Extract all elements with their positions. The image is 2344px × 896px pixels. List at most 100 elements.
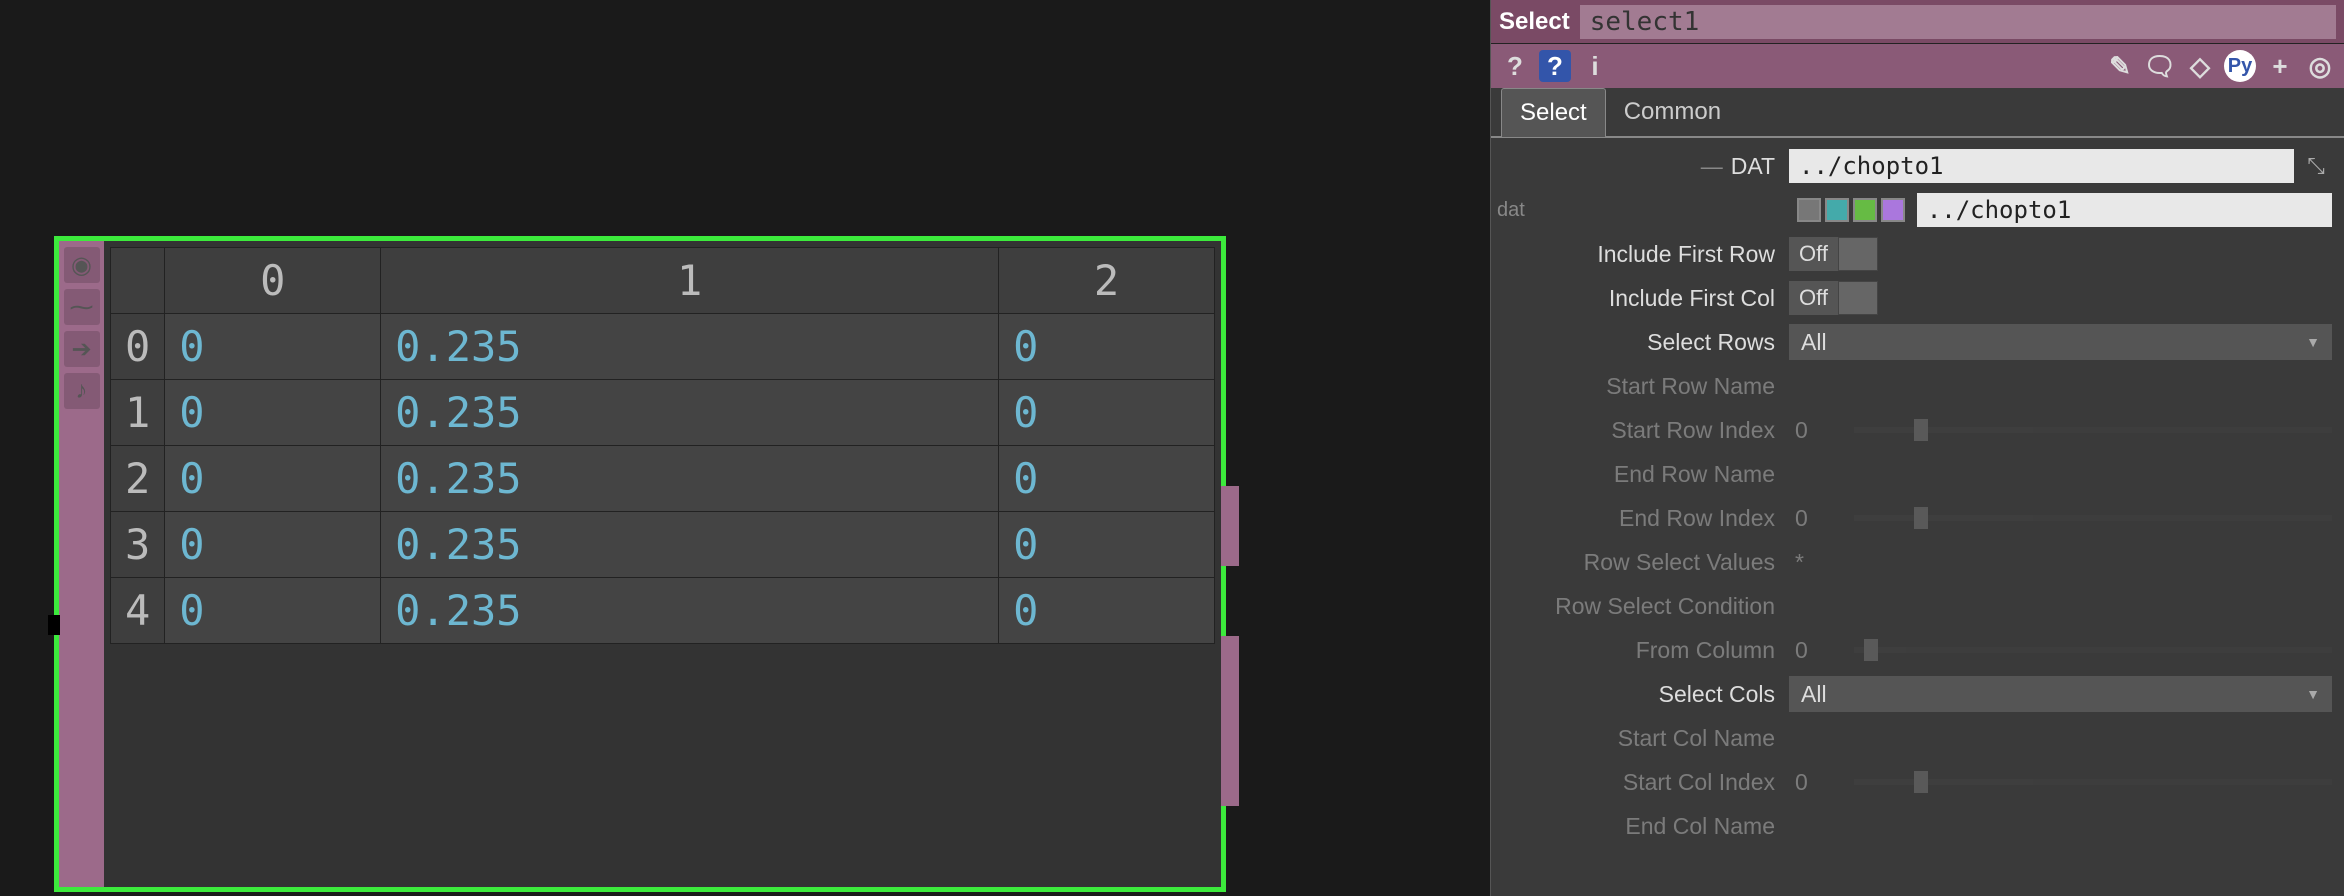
help-icon[interactable]: ? [1499, 50, 1531, 82]
add-icon[interactable]: + [2264, 50, 2296, 82]
param-label: Include First Row [1491, 241, 1783, 268]
table-cell[interactable]: 0 [999, 512, 1215, 578]
target-icon[interactable]: ◎ [2304, 50, 2336, 82]
param-start-col-name: Start Col Name [1491, 716, 2344, 760]
row-header: 2 [111, 446, 165, 512]
col-header: 2 [999, 248, 1215, 314]
param-include-first-row: Include First Row Off [1491, 232, 2344, 276]
table-cell[interactable]: 0 [999, 380, 1215, 446]
param-end-row-index: End Row Index 0 [1491, 496, 2344, 540]
dropdown-select-rows[interactable]: All [1789, 324, 2332, 360]
operator-type-label: Select [1499, 8, 1570, 36]
param-label: Row Select Condition [1491, 593, 1783, 620]
table-cell[interactable]: 0 [165, 446, 381, 512]
dat-path-input-2[interactable] [1917, 193, 2332, 227]
help-wiki-icon[interactable]: ? [1539, 50, 1571, 82]
param-value: * [1789, 549, 1804, 576]
operator-name-input[interactable] [1580, 5, 2336, 39]
param-label: Start Col Index [1491, 769, 1783, 796]
param-end-row-name: End Row Name [1491, 452, 2344, 496]
param-mini-label: dat [1491, 199, 1533, 222]
tab-select[interactable]: Select [1501, 88, 1606, 137]
slider-from-column[interactable] [1854, 647, 2332, 653]
param-start-col-index: Start Col Index 0 [1491, 760, 2344, 804]
param-label: Start Row Name [1491, 373, 1783, 400]
param-label: —DAT [1491, 153, 1783, 180]
python-icon[interactable]: Py [2224, 50, 2256, 82]
slider-start-row-index[interactable] [1854, 427, 2332, 433]
dat-path-input[interactable] [1789, 149, 2294, 183]
col-header: 0 [165, 248, 381, 314]
parameter-pane: Select ? ? i ✎ 🗨 ◇ Py + ◎ Select Common [1490, 0, 2344, 896]
node-toolbar: ◉ ⁓ ➔ ♪ [59, 241, 104, 887]
pane-split-handle[interactable] [48, 615, 60, 635]
comment-icon[interactable]: 🗨 [2144, 50, 2176, 82]
op-family-chips [1797, 198, 1905, 222]
row-header: 3 [111, 512, 165, 578]
param-label: End Row Name [1491, 461, 1783, 488]
param-end-col-name: End Col Name [1491, 804, 2344, 848]
table-cell[interactable]: 0 [165, 380, 381, 446]
table-cell[interactable]: 0 [165, 512, 381, 578]
param-label: Start Row Index [1491, 417, 1783, 444]
param-row-select-values: Row Select Values * [1491, 540, 2344, 584]
param-value: 0 [1789, 417, 1808, 444]
goto-arrow-icon[interactable]: ⤡ [2300, 150, 2332, 182]
table-cell[interactable]: 0.235 [381, 446, 999, 512]
chip-dat[interactable] [1881, 198, 1905, 222]
output-connector[interactable] [1221, 486, 1239, 566]
table-cell[interactable]: 0.235 [381, 512, 999, 578]
bypass-icon[interactable]: ⁓ [64, 289, 100, 325]
param-label: From Column [1491, 637, 1783, 664]
param-label: Row Select Values [1491, 549, 1783, 576]
network-viewer[interactable]: ◉ ⁓ ➔ ♪ 0 1 2 000.2350100.2350200.2350 [0, 0, 1490, 896]
viewer-active-icon[interactable]: ◉ [64, 247, 100, 283]
table-cell[interactable]: 0.235 [381, 578, 999, 644]
dat-node-viewer[interactable]: ◉ ⁓ ➔ ♪ 0 1 2 000.2350100.2350200.2350 [54, 236, 1226, 892]
param-dat: —DAT ⤡ [1491, 144, 2344, 188]
param-label: Start Col Name [1491, 725, 1783, 752]
table-cell[interactable]: 0 [999, 446, 1215, 512]
row-header: 1 [111, 380, 165, 446]
chip-top[interactable] [1825, 198, 1849, 222]
table-cell[interactable]: 0 [165, 578, 381, 644]
param-value: 0 [1789, 505, 1808, 532]
param-dat-expanded: dat [1491, 188, 2344, 232]
table-row: 100.2350 [111, 380, 1215, 446]
param-include-first-col: Include First Col Off [1491, 276, 2344, 320]
table-cell[interactable]: 0 [999, 578, 1215, 644]
row-header: 4 [111, 578, 165, 644]
table-cell[interactable]: 0.235 [381, 314, 999, 380]
table-cell[interactable]: 0.235 [381, 380, 999, 446]
slider-end-row-index[interactable] [1854, 515, 2332, 521]
output-connector[interactable] [1221, 636, 1239, 806]
chip-comp[interactable] [1797, 198, 1821, 222]
table-row: 300.2350 [111, 512, 1215, 578]
param-row-select-condition: Row Select Condition [1491, 584, 2344, 628]
param-tabs: Select Common [1491, 88, 2344, 138]
toggle-include-first-row[interactable]: Off [1789, 237, 1878, 271]
edit-icon[interactable]: ✎ [2104, 50, 2136, 82]
col-header: 1 [381, 248, 999, 314]
lock-icon[interactable]: ➔ [64, 331, 100, 367]
param-select-rows: Select Rows All [1491, 320, 2344, 364]
operator-header: Select [1491, 0, 2344, 44]
clone-icon[interactable]: ♪ [64, 373, 100, 409]
toggle-include-first-col[interactable]: Off [1789, 281, 1878, 315]
dat-table-container: 0 1 2 000.2350100.2350200.2350300.235040… [104, 241, 1221, 887]
param-label: Select Cols [1491, 681, 1783, 708]
info-icon[interactable]: i [1579, 50, 1611, 82]
tag-icon[interactable]: ◇ [2184, 50, 2216, 82]
table-row: 400.2350 [111, 578, 1215, 644]
param-label: End Col Name [1491, 813, 1783, 840]
param-list: —DAT ⤡ dat Include First Row [1491, 138, 2344, 896]
dropdown-select-cols[interactable]: All [1789, 676, 2332, 712]
param-start-row-index: Start Row Index 0 [1491, 408, 2344, 452]
tab-common[interactable]: Common [1606, 88, 1739, 136]
table-cell[interactable]: 0 [999, 314, 1215, 380]
table-cell[interactable]: 0 [165, 314, 381, 380]
chip-chop[interactable] [1853, 198, 1877, 222]
slider-start-col-index[interactable] [1854, 779, 2332, 785]
param-select-cols: Select Cols All [1491, 672, 2344, 716]
param-label: End Row Index [1491, 505, 1783, 532]
